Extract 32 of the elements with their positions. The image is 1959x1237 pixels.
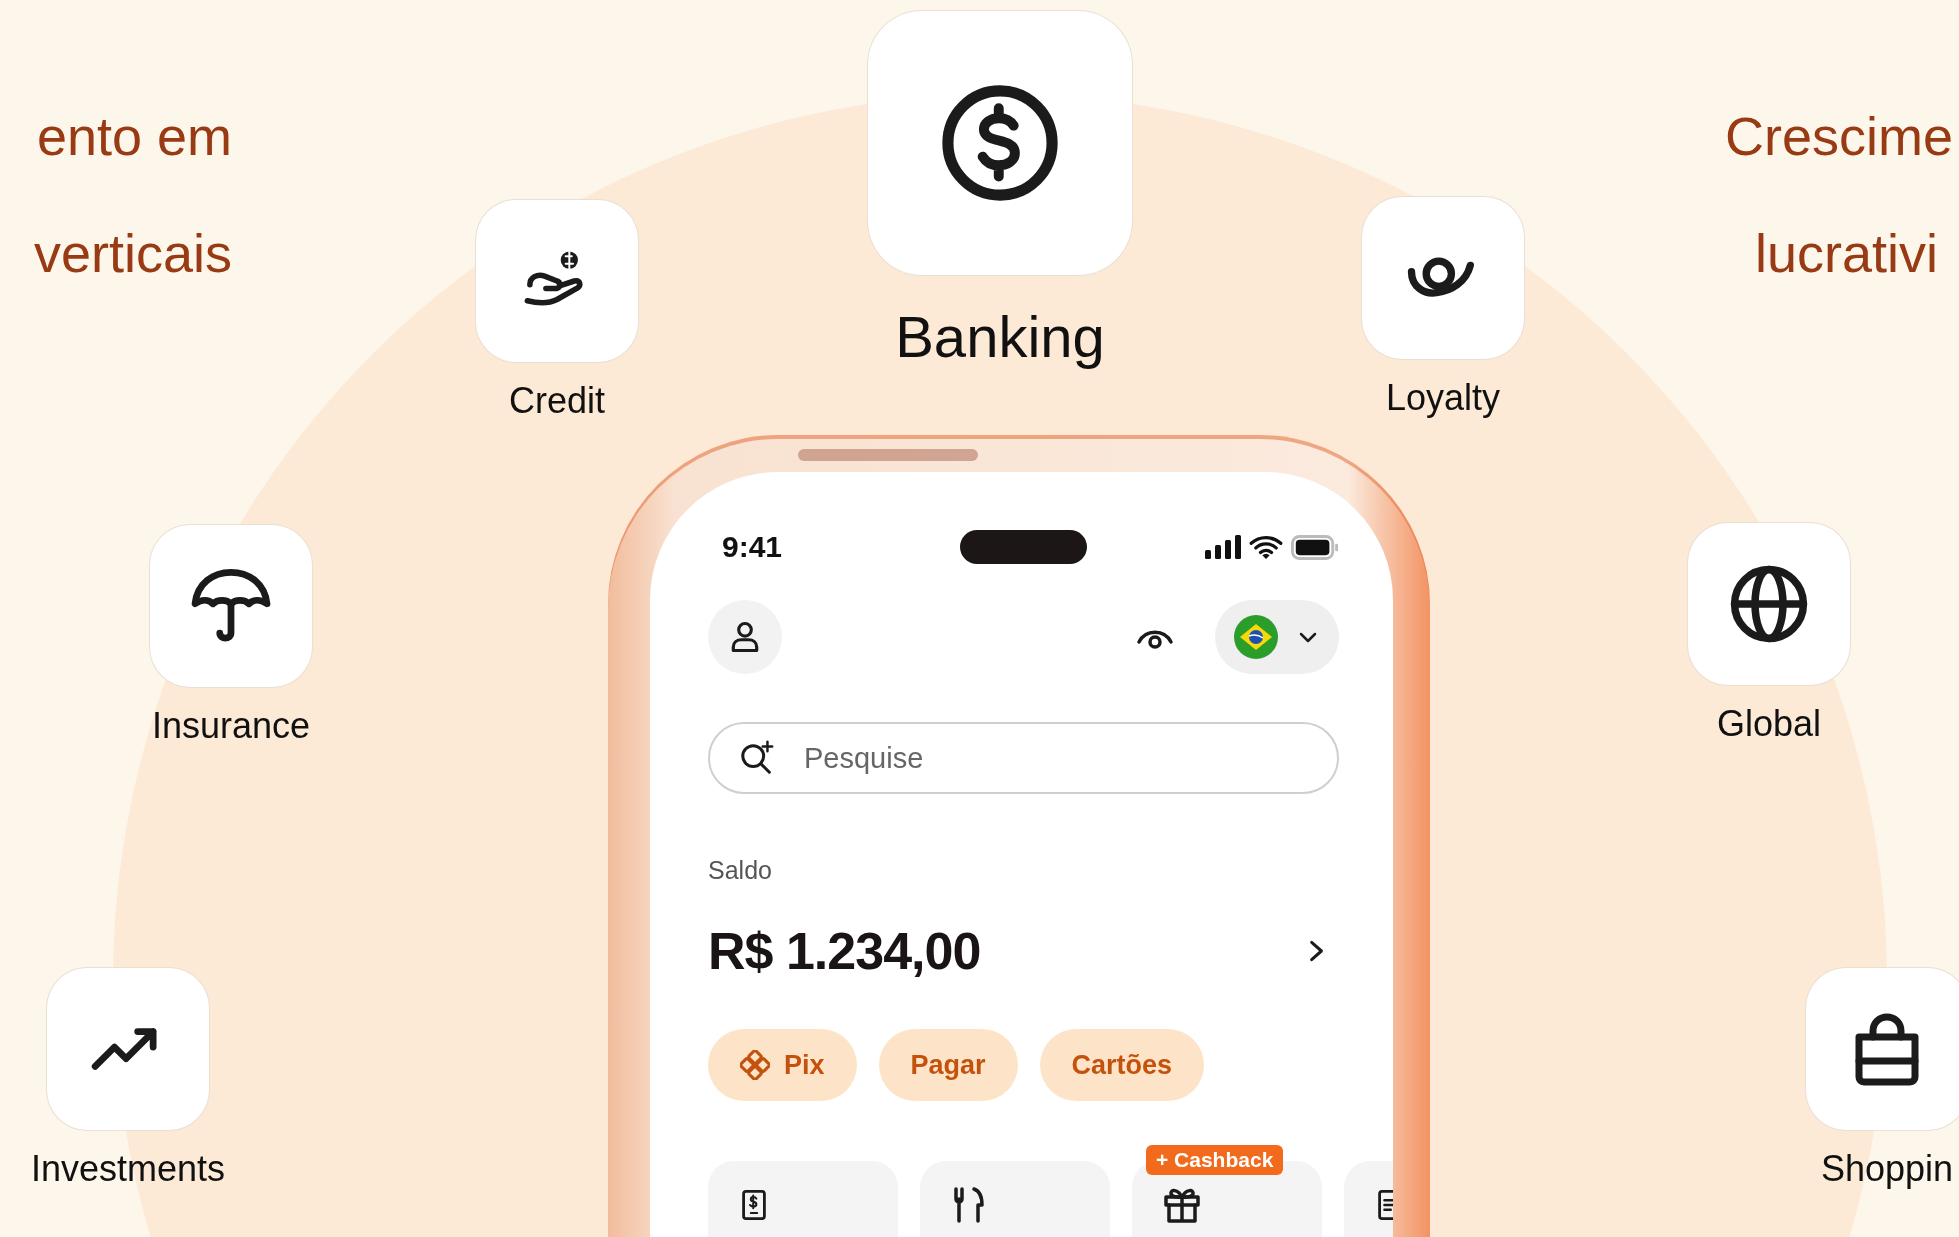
app-tile[interactable] <box>1362 197 1524 359</box>
app-tile[interactable] <box>476 200 638 362</box>
action-button[interactable]: Cartões <box>1039 1029 1205 1101</box>
action-button[interactable]: Pix <box>708 1029 857 1101</box>
app-tile[interactable] <box>47 968 210 1130</box>
heading-text: lucrativi <box>1753 222 1939 285</box>
cashback-badge: + Cashback <box>1146 1145 1284 1175</box>
status-time: 9:41 <box>721 530 784 564</box>
feature-label: Insurance <box>151 705 311 747</box>
balance-amount: R$ 1.234,00 <box>708 921 981 981</box>
app-tile[interactable] <box>150 525 312 687</box>
feature-label: Global <box>1716 703 1822 745</box>
app-tile[interactable] <box>868 11 1132 275</box>
search-field[interactable]: Pesquise <box>708 722 1339 794</box>
wifi-icon <box>1249 535 1283 559</box>
feature-label: Investments <box>31 1148 226 1190</box>
flag-icon <box>1234 615 1278 659</box>
feature-label: Shoppin <box>1820 1148 1954 1190</box>
heading-text: Crescime <box>1724 105 1953 168</box>
app-tile[interactable] <box>1806 968 1959 1130</box>
feature-label: Loyalty <box>1385 377 1501 419</box>
battery-icon <box>1291 534 1339 560</box>
feature-label: Banking <box>895 303 1105 370</box>
heading-text: verticais <box>32 222 232 285</box>
feature-label: Credit <box>509 380 605 422</box>
search-sparkle-icon <box>738 739 776 777</box>
action-button[interactable]: Pagar <box>878 1029 1018 1101</box>
app-tile[interactable] <box>1688 523 1850 685</box>
balance-label: Saldo <box>708 856 773 885</box>
diamond-icon <box>740 1050 770 1080</box>
heading-text: ento em <box>35 105 232 168</box>
signal-icon <box>1205 535 1241 559</box>
